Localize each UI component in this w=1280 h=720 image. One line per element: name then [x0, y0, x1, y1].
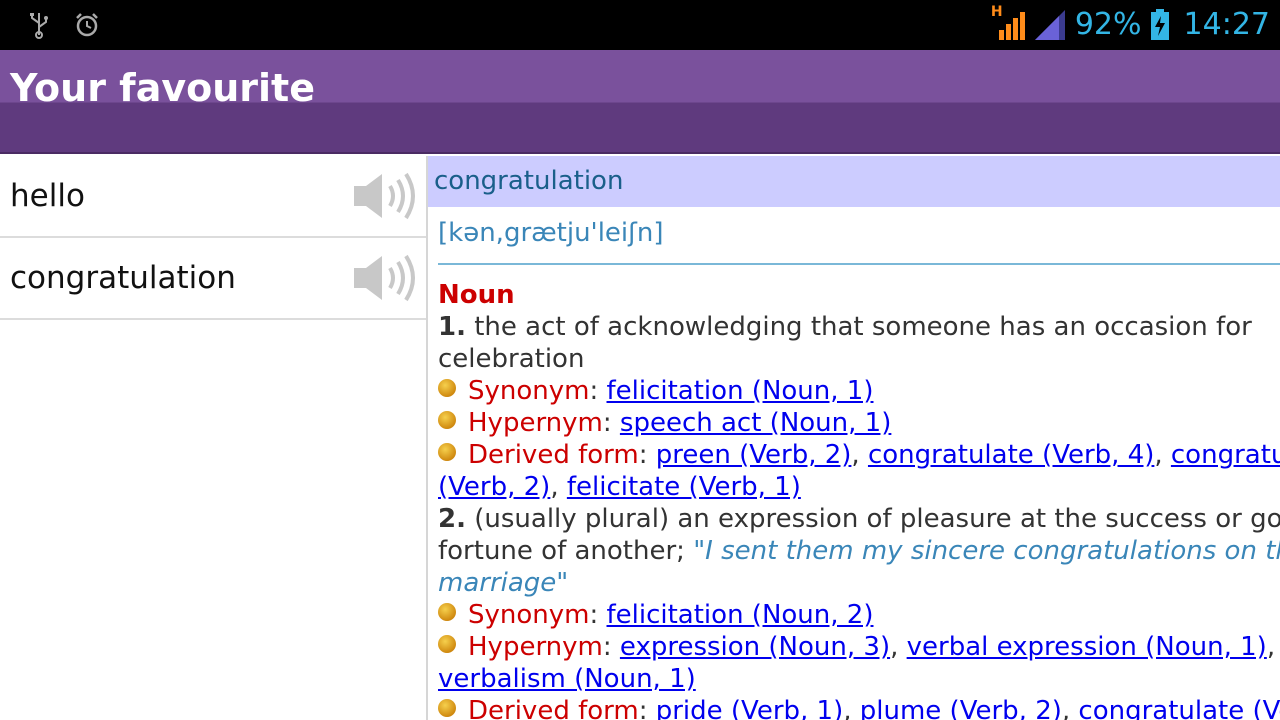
favourite-word: hello: [10, 178, 85, 214]
bullet-icon: [438, 635, 456, 653]
battery-percent: 92%: [1074, 7, 1142, 42]
usb-icon: [26, 10, 52, 40]
derived-link[interactable]: (Verb, 2): [438, 472, 550, 502]
relation-label: Hypernym: [468, 408, 603, 438]
sense-2: 2. (usually plural) an expression of ple…: [438, 503, 1280, 535]
list-item[interactable]: congratulation: [0, 238, 426, 320]
relation-label: Hypernym: [468, 632, 603, 662]
sense-definition-cont: celebration: [438, 344, 585, 374]
favourite-word: congratulation: [10, 260, 236, 296]
page-title: Your favourite: [10, 66, 315, 110]
derived-link[interactable]: congratulate (Verb,: [1078, 696, 1280, 720]
sense-definition: (usually plural) an expression of pleasu…: [474, 504, 1280, 534]
divider: [438, 263, 1280, 265]
speaker-icon[interactable]: [350, 166, 422, 226]
headword: congratulation: [428, 156, 1280, 207]
derived-link[interactable]: pride (Verb, 1): [656, 696, 844, 720]
hypernym-row: Hypernym: speech act (Noun, 1): [438, 407, 1280, 439]
derived-link[interactable]: preen (Verb, 2): [656, 440, 852, 470]
usage-example-cont: marriage": [438, 568, 569, 598]
hypernym-row: Hypernym: expression (Noun, 3), verbal e…: [438, 631, 1280, 663]
usage-example: "I sent them my sincere congratulations …: [693, 536, 1280, 566]
phonetic: [kən,grætju'leiʃn]: [438, 218, 664, 248]
sense-definition: the act of acknowledging that someone ha…: [474, 312, 1252, 342]
list-item[interactable]: hello: [0, 156, 426, 238]
bullet-icon: [438, 379, 456, 397]
derived-row: Derived form: pride (Verb, 1), plume (Ve…: [438, 695, 1280, 720]
definition-content: [kən,grætju'leiʃn] Noun 1. the act of ac…: [428, 207, 1280, 720]
synonym-link[interactable]: felicitation (Noun, 2): [607, 600, 874, 630]
relation-label: Derived form: [468, 696, 639, 720]
derived-link[interactable]: congratulate: [1171, 440, 1280, 470]
status-bar: H 92% 14:27: [0, 0, 1280, 50]
sense-definition-text: fortune of another;: [438, 536, 694, 566]
synonym-link[interactable]: felicitation (Noun, 1): [607, 376, 874, 406]
derived-link[interactable]: congratulate (Verb, 4): [868, 440, 1154, 470]
action-bar: Your favourite: [0, 50, 1280, 154]
hspa-signal-icon: H: [991, 4, 1025, 42]
sense-number: 2.: [438, 504, 466, 534]
hypernym-link[interactable]: speech act (Noun, 1): [620, 408, 891, 438]
sense-number: 1.: [438, 312, 466, 342]
clock: 14:27: [1183, 7, 1270, 42]
hypernym-row-cont: verbalism (Noun, 1): [438, 663, 1280, 695]
hypernym-link[interactable]: verbal expression (Noun, 1): [907, 632, 1267, 662]
bullet-icon: [438, 603, 456, 621]
relation-label: Synonym: [468, 376, 590, 406]
bullet-icon: [438, 411, 456, 429]
synonym-row: Synonym: felicitation (Noun, 1): [438, 375, 1280, 407]
hypernym-link[interactable]: verbalism (Noun, 1): [438, 664, 696, 694]
bullet-icon: [438, 443, 456, 461]
speaker-icon[interactable]: [350, 248, 422, 308]
derived-row: Derived form: preen (Verb, 2), congratul…: [438, 439, 1280, 471]
sense-1: 1. the act of acknowledging that someone…: [438, 311, 1280, 343]
bullet-icon: [438, 699, 456, 717]
derived-row-cont: (Verb, 2), felicitate (Verb, 1): [438, 472, 801, 502]
derived-link[interactable]: felicitate (Verb, 1): [567, 472, 801, 502]
relation-label: Derived form: [468, 440, 639, 470]
derived-link[interactable]: plume (Verb, 2): [860, 696, 1062, 720]
battery-charging-icon: [1150, 9, 1170, 41]
relation-label: Synonym: [468, 600, 590, 630]
hypernym-link[interactable]: expression (Noun, 3): [620, 632, 890, 662]
part-of-speech: Noun: [438, 280, 515, 310]
synonym-row: Synonym: felicitation (Noun, 2): [438, 599, 1280, 631]
alarm-icon: [74, 10, 100, 40]
signal-strength-icon: [1033, 8, 1067, 42]
favourites-list: hello congratulation: [0, 156, 428, 720]
sense-definition-cont: fortune of another; "I sent them my sinc…: [438, 535, 1280, 567]
definition-pane: congratulation [kən,grætju'leiʃn] Noun 1…: [428, 156, 1280, 720]
